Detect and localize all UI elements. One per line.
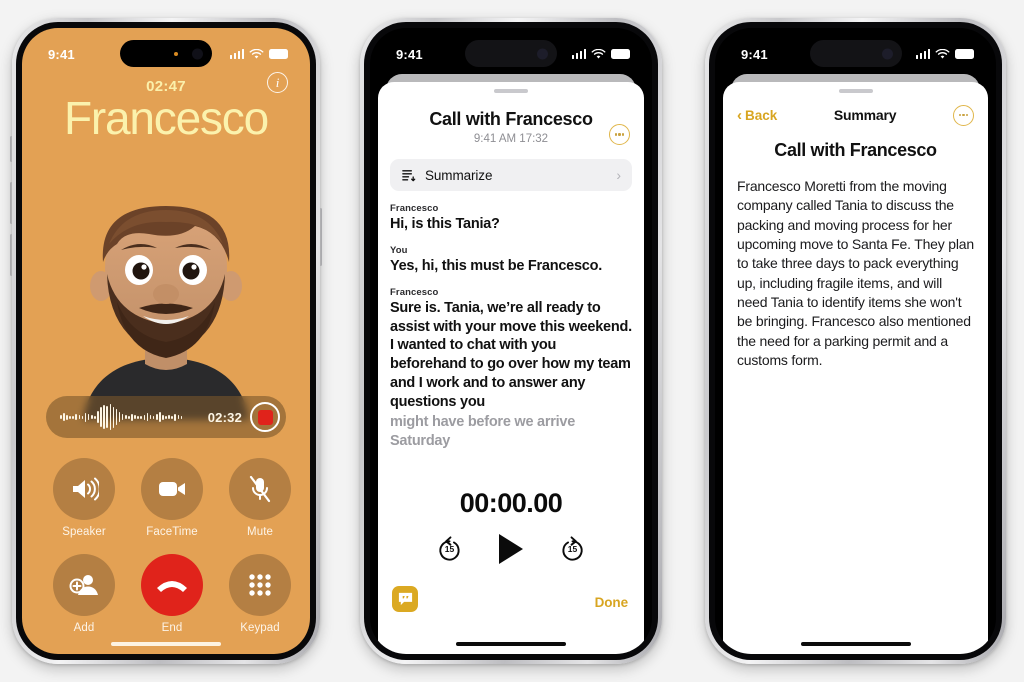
phone-3-screen: 9:41 ‹ Back Summary Call with Francesco … — [715, 28, 996, 654]
status-time: 9:41 — [396, 46, 423, 62]
audio-waveform — [60, 404, 200, 430]
call-info-icon[interactable]: i — [267, 72, 288, 93]
home-indicator[interactable] — [111, 642, 221, 646]
add-person-icon — [53, 554, 115, 616]
keypad-label: Keypad — [240, 622, 280, 634]
end-label: End — [161, 622, 183, 634]
facetime-button[interactable]: FaceTime — [128, 458, 216, 538]
skip-forward-label: 15 — [567, 544, 578, 554]
recording-time: 02:32 — [207, 409, 242, 425]
more-ellipsis-icon[interactable] — [952, 104, 974, 126]
skip-back-label: 15 — [444, 544, 455, 554]
end-call-button[interactable]: End — [128, 554, 216, 634]
status-time: 9:41 — [741, 46, 768, 62]
chevron-right-icon: › — [616, 167, 621, 183]
cellular-bars-icon — [571, 49, 586, 59]
summary-sheet: ‹ Back Summary Call with Francesco Franc… — [723, 82, 988, 654]
transcript-entry: Francesco Hi, is this Tania? — [390, 203, 632, 234]
back-button[interactable]: ‹ Back — [737, 108, 777, 123]
call-controls-grid: Speaker FaceTime Mute Add End Keypad — [40, 458, 292, 634]
transcript-text: Yes, hi, this must be Francesco. — [390, 257, 602, 274]
video-camera-icon — [141, 458, 203, 520]
memoji-avatar — [83, 206, 249, 420]
back-label: Back — [745, 107, 778, 123]
live-transcript-bubble-icon[interactable] — [392, 586, 418, 612]
screenshot-stage: 9:41 i 02:47 Francesco 02:32 Speaker Fac… — [0, 0, 1024, 682]
transcript-entry: You Yes, hi, this must be Francesco. — [390, 245, 632, 276]
cellular-bars-icon — [229, 49, 244, 59]
mute-label: Mute — [247, 526, 273, 538]
transcript-speaker: Francesco — [390, 286, 439, 298]
chevron-left-icon: ‹ — [737, 106, 742, 124]
battery-icon — [269, 49, 288, 59]
speaker-button[interactable]: Speaker — [40, 458, 128, 538]
done-button[interactable]: Done — [595, 595, 628, 610]
home-indicator[interactable] — [800, 642, 911, 646]
skip-back-15-icon[interactable]: 15 — [436, 535, 463, 563]
transcript-list: Francesco Hi, is this Tania? You Yes, hi… — [390, 203, 632, 450]
speaker-label: Speaker — [62, 526, 106, 538]
transcript-speaker: Francesco — [390, 203, 439, 214]
summary-heading: Call with Francesco — [774, 140, 937, 160]
caller-name: Francesco — [64, 92, 269, 144]
transcript-entry: Francesco Sure is. Tania, we’re all read… — [390, 287, 632, 451]
cellular-bars-icon — [915, 49, 930, 59]
sheet-grabber[interactable] — [494, 89, 528, 93]
summarize-label: Summarize — [425, 167, 493, 183]
playback-controls: 15 15 — [378, 534, 644, 564]
status-time: 9:41 — [48, 46, 75, 62]
summarize-lines-icon — [402, 169, 416, 181]
mute-button[interactable]: Mute — [216, 458, 304, 538]
home-indicator[interactable] — [456, 642, 566, 646]
transcript-speaker: You — [390, 244, 408, 256]
summary-body: Francesco Moretti from the moving compan… — [737, 178, 974, 368]
battery-icon — [955, 49, 974, 59]
status-bar: 9:41 — [715, 28, 996, 70]
phone-1-call-screen: 9:41 i 02:47 Francesco 02:32 Speaker Fac… — [10, 18, 322, 664]
transcript-text-pending: might have before we arrive Saturday — [390, 413, 576, 449]
add-call-button[interactable]: Add — [40, 554, 128, 634]
add-label: Add — [73, 622, 95, 634]
skip-forward-15-icon[interactable]: 15 — [559, 535, 586, 563]
more-ellipsis-icon[interactable] — [609, 124, 630, 145]
phone-2-screen: 9:41 Call with Francesco 9:41 AM 17:32 S… — [370, 28, 652, 654]
battery-icon — [611, 49, 630, 59]
transcript-sheet: Call with Francesco 9:41 AM 17:32 Summar… — [378, 82, 644, 654]
wifi-icon — [935, 48, 950, 59]
end-call-icon — [141, 554, 203, 616]
recording-pill[interactable]: 02:32 — [46, 396, 286, 438]
microphone-muted-icon — [229, 458, 291, 520]
summary-navbar: ‹ Back Summary — [723, 104, 988, 126]
speaker-icon — [53, 458, 115, 520]
transcript-text: Hi, is this Tania? — [390, 216, 500, 232]
stop-record-icon[interactable] — [250, 402, 280, 432]
transcript-title: Call with Francesco — [429, 109, 593, 129]
wifi-icon — [591, 48, 606, 59]
page-title: Summary — [833, 107, 897, 123]
status-bar: 9:41 — [22, 28, 310, 70]
facetime-label: FaceTime — [146, 526, 198, 538]
playback-elapsed-time: 00:00.00 — [459, 488, 563, 518]
phone-3-summary: 9:41 ‹ Back Summary Call with Francesco … — [705, 18, 1006, 664]
transcript-subtitle: 9:41 AM 17:32 — [473, 133, 549, 145]
status-bar: 9:41 — [370, 28, 652, 70]
play-icon[interactable] — [499, 534, 523, 564]
wifi-icon — [249, 48, 264, 59]
keypad-grid-icon — [229, 554, 291, 616]
summarize-row[interactable]: Summarize › — [390, 159, 632, 191]
transcript-text: Sure is. Tania, we’re all ready to assis… — [390, 299, 632, 410]
keypad-button[interactable]: Keypad — [216, 554, 304, 634]
sheet-grabber[interactable] — [838, 89, 873, 93]
phone-1-screen: 9:41 i 02:47 Francesco 02:32 Speaker Fac… — [22, 28, 310, 654]
phone-2-transcript: 9:41 Call with Francesco 9:41 AM 17:32 S… — [360, 18, 662, 664]
